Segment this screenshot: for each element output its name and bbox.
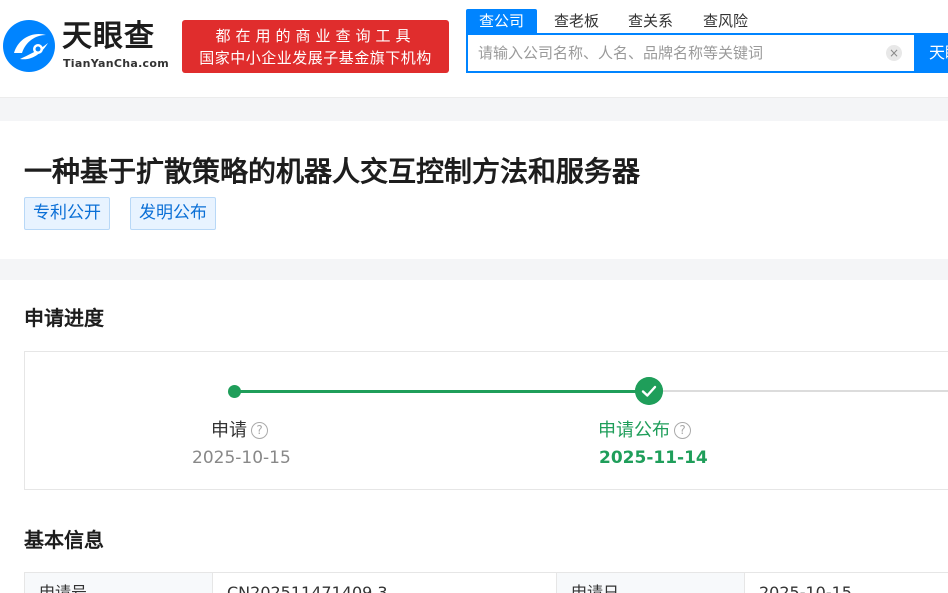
info-value-application-date: 2025-10-15 xyxy=(745,573,948,593)
step-label-publish: 申请公布? xyxy=(598,418,691,444)
help-icon[interactable]: ? xyxy=(251,422,268,439)
search-box: × xyxy=(466,33,914,73)
page-title: 一种基于扩散策略的机器人交互控制方法和服务器 xyxy=(24,155,641,188)
slogan-line-2: 国家中小企业发展子基金旗下机构 xyxy=(199,49,432,67)
progress-timeline: 申请? 2025-10-15 申请公布? 2025-11-14 xyxy=(24,351,948,490)
search-tab-boss[interactable]: 查老板 xyxy=(554,9,599,33)
search-input[interactable] xyxy=(478,35,878,71)
slogan-banner: 都在用的商业查询工具 国家中小企业发展子基金旗下机构 xyxy=(182,20,449,73)
section-title-progress: 申请进度 xyxy=(24,306,104,330)
tag-invention-publish: 发明公布 xyxy=(130,197,216,230)
step-date-apply: 2025-10-15 xyxy=(192,448,291,468)
step-label-apply-text: 申请 xyxy=(211,420,247,441)
tianyancha-logo-icon xyxy=(3,20,55,72)
clear-icon[interactable]: × xyxy=(886,45,902,61)
check-icon xyxy=(635,377,663,405)
logo-text-en: TianYanCha.com xyxy=(63,57,169,70)
step-date-publish: 2025-11-14 xyxy=(599,448,708,468)
info-value-application-no: CN202511471409.3 xyxy=(213,573,557,593)
step-label-apply: 申请? xyxy=(211,418,268,444)
step-dot-apply xyxy=(228,385,241,398)
progress-line-complete xyxy=(234,390,649,393)
info-label-application-no: 申请号 xyxy=(25,573,213,593)
section-title-basic-info: 基本信息 xyxy=(24,528,104,552)
site-header: 天眼查 TianYanCha.com 都在用的商业查询工具 国家中小企业发展子基… xyxy=(0,0,948,98)
step-label-publish-text: 申请公布 xyxy=(598,420,670,441)
tianyancha-logo[interactable]: 天眼查 TianYanCha.com xyxy=(2,17,178,75)
search-button[interactable]: 天眼 xyxy=(914,33,948,73)
search-tab-relation[interactable]: 查关系 xyxy=(628,9,673,33)
progress-line-pending xyxy=(649,390,948,392)
tag-patent-public: 专利公开 xyxy=(24,197,110,230)
patent-title-card: 一种基于扩散策略的机器人交互控制方法和服务器 专利公开 发明公布 xyxy=(0,121,948,259)
search-tab-risk[interactable]: 查风险 xyxy=(703,9,748,33)
search-tab-company[interactable]: 查公司 xyxy=(466,9,538,33)
slogan-line-1: 都在用的商业查询工具 xyxy=(215,27,416,45)
basic-info-table: 申请号 CN202511471409.3 申请日 2025-10-15 xyxy=(24,572,948,593)
patent-detail-card: 申请进度 申请? 2025-10-15 申请公布? 2025-11-14 基本信… xyxy=(0,280,948,593)
help-icon[interactable]: ? xyxy=(674,422,691,439)
info-label-application-date: 申请日 xyxy=(557,573,745,593)
logo-text-cn: 天眼查 xyxy=(62,19,155,54)
